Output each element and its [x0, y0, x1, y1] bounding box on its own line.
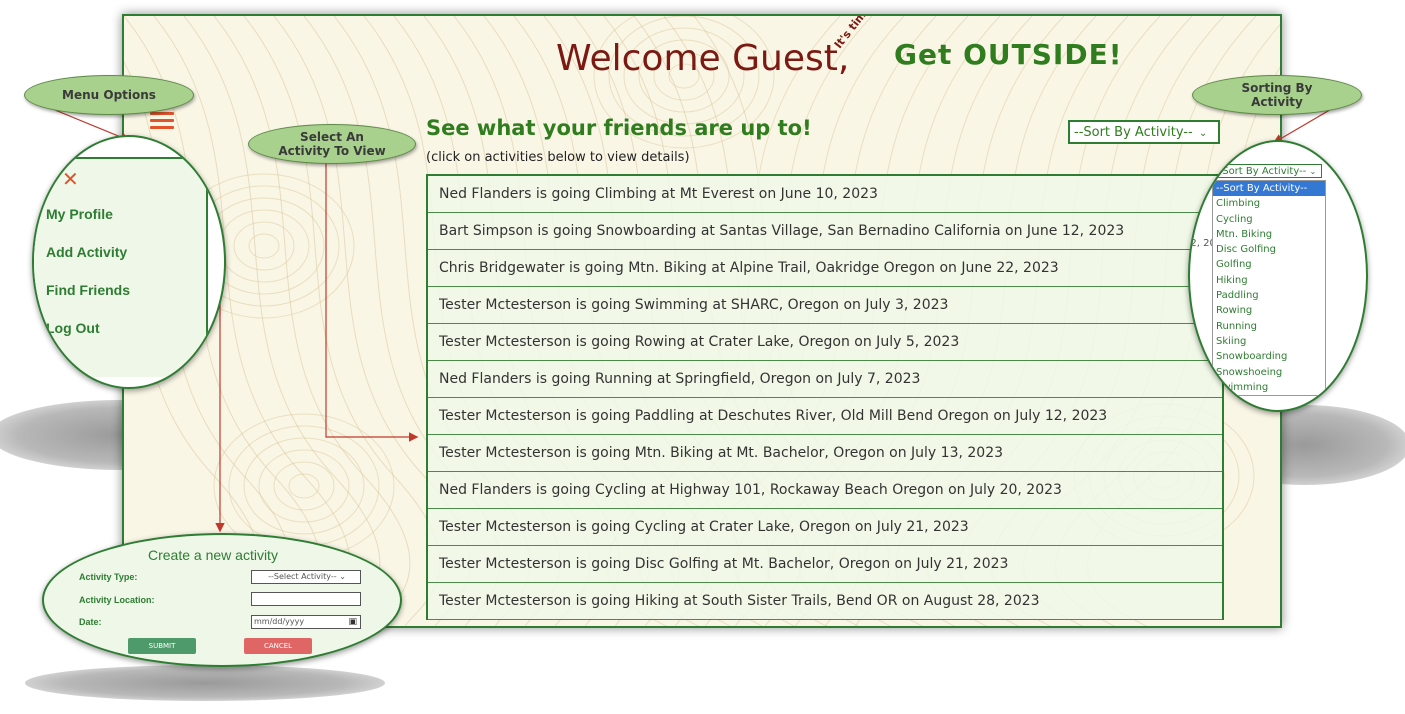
menu-item-log-out[interactable]: Log Out: [46, 320, 100, 336]
activity-list: Ned Flanders is going Climbing at Mt Eve…: [426, 174, 1224, 620]
sort-option[interactable]: Paddling: [1213, 288, 1325, 303]
activity-row[interactable]: Bart Simpson is going Snowboarding at Sa…: [428, 213, 1222, 250]
sort-dropdown-options: --Sort By Activity-- Climbing Cycling Mt…: [1212, 180, 1326, 397]
sorting-by-callout: Sorting By Activity: [1192, 75, 1362, 115]
friends-subheading: (click on activities below to view detai…: [426, 150, 690, 165]
activity-location-field[interactable]: [251, 592, 361, 606]
chevron-down-icon: ⌄: [339, 572, 346, 581]
bottom-shadow: [25, 665, 385, 701]
menu-item-find-friends[interactable]: Find Friends: [46, 282, 130, 298]
cancel-button[interactable]: CANCEL: [244, 638, 312, 654]
sort-zoom-circle: --Sort By Activity-- ⌄ 12, 202 --Sort By…: [1188, 140, 1368, 412]
activity-type-select[interactable]: --Select Activity-- ⌄: [251, 570, 361, 584]
menu-item-my-profile[interactable]: My Profile: [46, 206, 113, 222]
activity-row[interactable]: Tester Mctesterson is going Rowing at Cr…: [428, 324, 1222, 361]
activity-row[interactable]: Tester Mctesterson is going Cycling at C…: [428, 509, 1222, 546]
activity-row[interactable]: Ned Flanders is going Cycling at Highway…: [428, 472, 1222, 509]
get-outside-title: Get OUTSIDE!: [894, 38, 1123, 71]
activity-type-label: Activity Type:: [79, 572, 138, 582]
sort-option[interactable]: Rowing: [1213, 303, 1325, 318]
sort-option[interactable]: Snowshoeing: [1213, 365, 1325, 380]
calendar-icon: ▣: [348, 617, 357, 627]
activity-row[interactable]: Tester Mctesterson is going Disc Golfing…: [428, 546, 1222, 583]
menu-zoom-circle: ✕ My Profile Add Activity Find Friends L…: [32, 135, 226, 389]
sort-option[interactable]: Disc Golfing: [1213, 242, 1325, 257]
activity-row[interactable]: Tester Mctesterson is going Paddling at …: [428, 398, 1222, 435]
activity-row[interactable]: Chris Bridgewater is going Mtn. Biking a…: [428, 250, 1222, 287]
create-form-zoom: Create a new activity Activity Type: --S…: [42, 533, 402, 667]
sort-option[interactable]: Climbing: [1213, 196, 1325, 211]
select-activity-callout: Select An Activity To View: [248, 124, 416, 164]
sort-option[interactable]: Snowboarding: [1213, 349, 1325, 364]
sort-option[interactable]: Swimming: [1213, 380, 1325, 395]
app-frame: Welcome Guest, It's time to Get OUTSIDE!…: [122, 14, 1282, 628]
menu-panel: ✕ My Profile Add Activity Find Friends L…: [34, 157, 208, 377]
chevron-down-icon: ⌄: [1198, 128, 1208, 139]
hamburger-menu-icon[interactable]: [150, 112, 174, 130]
activity-location-label: Activity Location:: [79, 595, 155, 605]
welcome-title: Welcome Guest,: [556, 38, 850, 79]
sort-option[interactable]: --Sort By Activity--: [1213, 181, 1325, 197]
activity-row[interactable]: Tester Mctesterson is going Swimming at …: [428, 287, 1222, 324]
activity-row[interactable]: Tester Mctesterson is going Hiking at So…: [428, 583, 1222, 620]
date-field[interactable]: mm/dd/yyyy ▣: [251, 615, 361, 629]
close-icon[interactable]: ✕: [62, 167, 79, 191]
sort-dropdown-closed[interactable]: --Sort By Activity-- ⌄: [1212, 164, 1322, 178]
sort-option[interactable]: Golfing: [1213, 257, 1325, 272]
menu-options-callout: Menu Options: [24, 75, 194, 115]
create-form-title: Create a new activity: [148, 547, 278, 563]
activity-row[interactable]: Tester Mctesterson is going Mtn. Biking …: [428, 435, 1222, 472]
chevron-down-icon: ⌄: [1309, 167, 1317, 176]
sort-by-activity-select[interactable]: --Sort By Activity-- ⌄: [1068, 120, 1220, 144]
activity-row[interactable]: Ned Flanders is going Climbing at Mt Eve…: [428, 176, 1222, 213]
sort-select-value: --Sort By Activity--: [1074, 125, 1193, 140]
sort-option[interactable]: Cycling: [1213, 212, 1325, 227]
friends-heading: See what your friends are up to!: [426, 116, 812, 140]
submit-button[interactable]: SUBMIT: [128, 638, 196, 654]
date-label: Date:: [79, 617, 102, 627]
sort-option[interactable]: Skiing: [1213, 334, 1325, 349]
sort-option[interactable]: Running: [1213, 319, 1325, 334]
sort-option[interactable]: Hiking: [1213, 273, 1325, 288]
menu-item-add-activity[interactable]: Add Activity: [46, 244, 127, 260]
sort-option[interactable]: Mtn. Biking: [1213, 227, 1325, 242]
activity-row[interactable]: Ned Flanders is going Running at Springf…: [428, 361, 1222, 398]
